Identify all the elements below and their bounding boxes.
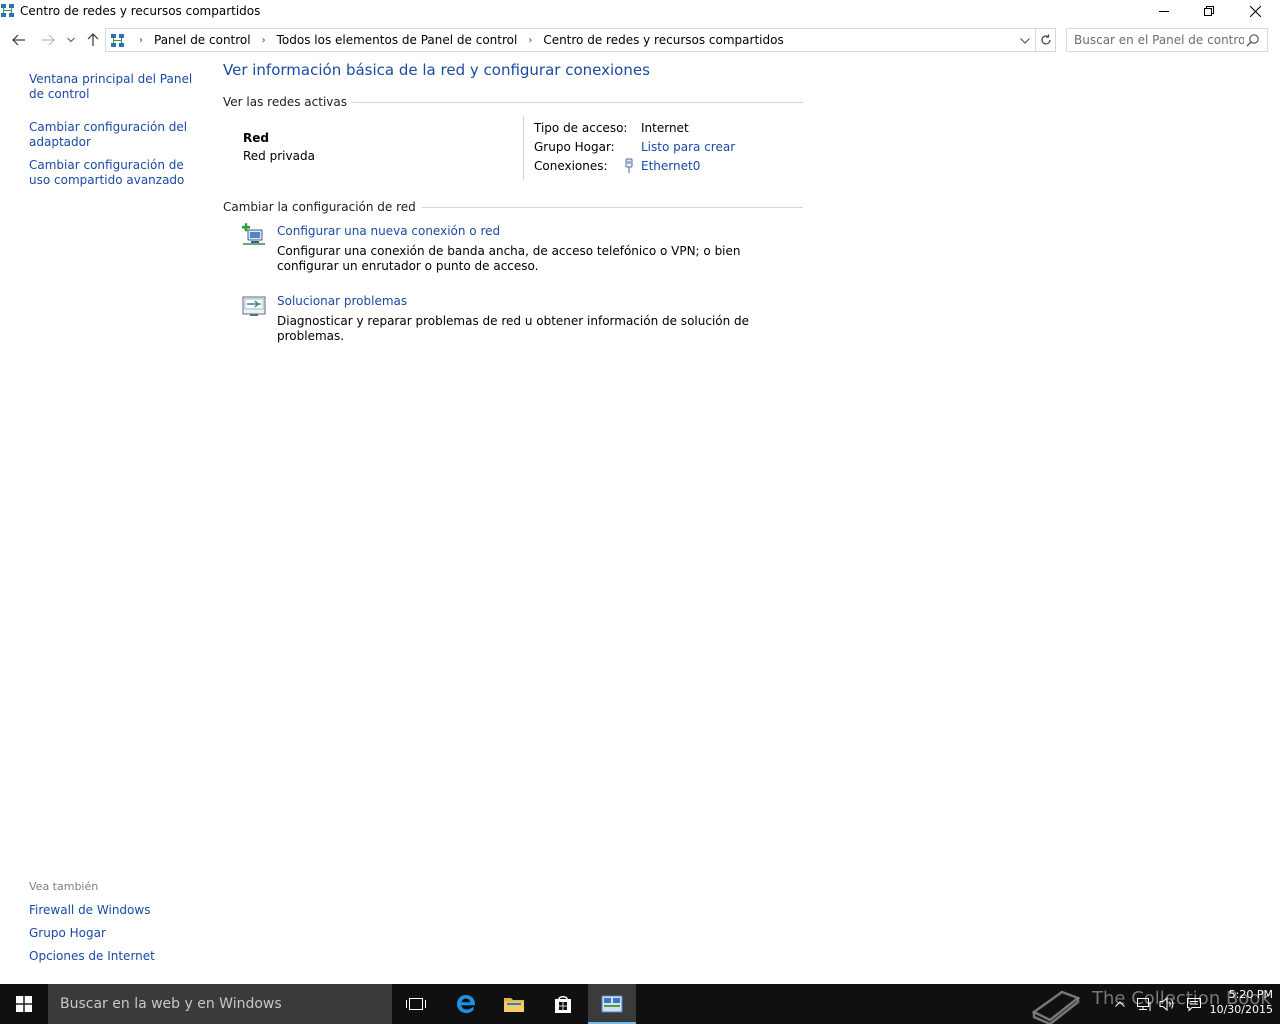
navigation-bar: › Panel de control › Todos los elementos… xyxy=(0,26,1280,54)
internet-options-link[interactable]: Opciones de Internet xyxy=(29,949,199,964)
task-view-icon xyxy=(406,998,426,1010)
connections-label: Conexiones: xyxy=(534,159,608,173)
breadcrumb: › Panel de control › Todos los elementos… xyxy=(130,29,786,51)
search-icon[interactable] xyxy=(1246,33,1260,47)
network-tray-button[interactable] xyxy=(1134,994,1154,1014)
chevron-down-icon xyxy=(67,37,75,43)
refresh-icon xyxy=(1041,34,1051,45)
recent-locations-button[interactable] xyxy=(63,30,79,50)
address-history-button[interactable] xyxy=(1017,33,1033,49)
troubleshoot-problems-description: Diagnosticar y reparar problemas de red … xyxy=(277,314,750,343)
new-connection-icon[interactable] xyxy=(241,222,267,248)
address-bar[interactable]: › Panel de control › Todos los elementos… xyxy=(105,28,1056,52)
refresh-button[interactable] xyxy=(1035,29,1056,51)
folder-icon xyxy=(504,998,524,1012)
search-box[interactable] xyxy=(1066,28,1268,52)
control-panel-home-link[interactable]: Ventana principal del Panel de control xyxy=(29,72,199,102)
active-networks-header-label: Ver las redes activas xyxy=(223,95,347,109)
troubleshoot-problems-link[interactable]: Solucionar problemas xyxy=(277,294,407,308)
notifications-icon xyxy=(1187,998,1201,1012)
advanced-sharing-settings-link[interactable]: Cambiar configuración de uso compartido … xyxy=(29,158,199,188)
title-bar: Centro de redes y recursos compartidos xyxy=(0,0,1280,24)
troubleshoot-icon[interactable] xyxy=(241,293,267,319)
breadcrumb-separator-icon[interactable]: › xyxy=(262,35,266,46)
clock-date: 10/30/2015 xyxy=(1209,1003,1273,1016)
homegroup-link[interactable]: Grupo Hogar xyxy=(29,926,199,941)
breadcrumb-control-panel[interactable]: Panel de control xyxy=(152,33,253,47)
close-icon xyxy=(1249,5,1261,17)
store-taskbar-button[interactable] xyxy=(539,984,587,1024)
main-content: Ver información básica de la red y confi… xyxy=(223,56,813,456)
clock[interactable]: 5:20 PM 10/30/2015 xyxy=(1207,987,1273,1017)
control-panel-icon xyxy=(111,34,124,47)
breadcrumb-separator-icon[interactable]: › xyxy=(528,35,532,46)
breadcrumb-all-items[interactable]: Todos los elementos de Panel de control xyxy=(275,33,520,47)
page-title: Ver información básica de la red y confi… xyxy=(223,61,650,79)
setup-new-connection-description: Configurar una conexión de banda ancha, … xyxy=(277,244,741,273)
close-button[interactable] xyxy=(1232,0,1278,22)
edge-taskbar-button[interactable] xyxy=(442,984,490,1024)
setup-new-connection-link[interactable]: Configurar una nueva conexión o red xyxy=(277,224,500,238)
volume-tray-button[interactable] xyxy=(1158,994,1178,1014)
network-name: Red xyxy=(243,131,269,145)
change-settings-header: Cambiar la configuración de red xyxy=(223,199,803,215)
control-panel-icon xyxy=(601,995,623,1013)
homegroup-status-link[interactable]: Listo para crear xyxy=(641,140,735,154)
taskbar: Buscar en la web y en Windows The Collec… xyxy=(0,984,1280,1024)
windows-firewall-link[interactable]: Firewall de Windows xyxy=(29,903,199,918)
network-icon xyxy=(1137,998,1151,1011)
file-explorer-taskbar-button[interactable] xyxy=(490,984,538,1024)
see-also-heading: Vea también xyxy=(29,880,99,893)
breadcrumb-network-center[interactable]: Centro de redes y recursos compartidos xyxy=(541,33,785,47)
windows-logo-icon xyxy=(16,996,32,1012)
chevron-down-icon xyxy=(1020,38,1030,44)
edge-icon xyxy=(457,995,476,1013)
restore-button[interactable] xyxy=(1186,0,1232,22)
store-bag-icon xyxy=(555,996,571,1013)
active-networks-header: Ver las redes activas xyxy=(223,94,803,110)
left-pane: Ventana principal del Panel de control C… xyxy=(0,56,210,982)
access-type-label: Tipo de acceso: xyxy=(534,121,628,135)
breadcrumb-separator-icon[interactable]: › xyxy=(139,35,143,46)
clock-time: 5:20 PM xyxy=(1228,988,1273,1001)
speaker-icon xyxy=(1159,996,1174,1012)
forward-button[interactable] xyxy=(38,30,58,50)
divider xyxy=(352,101,803,103)
access-type-value: Internet xyxy=(641,121,689,135)
taskbar-search-box[interactable]: Buscar en la web y en Windows xyxy=(48,984,392,1024)
homegroup-label: Grupo Hogar: xyxy=(534,140,615,154)
book-logo-icon xyxy=(1031,990,1081,1024)
arrow-left-icon xyxy=(12,34,25,46)
change-adapter-settings-link[interactable]: Cambiar configuración del adaptador xyxy=(29,120,199,150)
action-center-button[interactable] xyxy=(1184,994,1204,1014)
taskbar-search-text: Buscar en la web y en Windows xyxy=(60,996,282,1012)
arrow-right-icon xyxy=(42,34,55,46)
divider xyxy=(421,206,803,208)
back-button[interactable] xyxy=(9,30,29,50)
vertical-divider xyxy=(523,116,524,180)
task-view-button[interactable] xyxy=(392,984,440,1024)
show-hidden-icons-button[interactable] xyxy=(1111,994,1129,1014)
ethernet-connection-link[interactable]: Ethernet0 xyxy=(641,159,700,173)
up-button[interactable] xyxy=(83,30,103,50)
restore-icon xyxy=(1204,6,1214,16)
change-settings-header-label: Cambiar la configuración de red xyxy=(223,200,416,214)
ethernet-icon xyxy=(625,158,633,173)
network-center-app-icon xyxy=(1,4,14,17)
arrow-up-icon xyxy=(87,33,99,46)
minimize-icon xyxy=(1159,11,1169,12)
start-button[interactable] xyxy=(0,984,48,1024)
window-title: Centro de redes y recursos compartidos xyxy=(20,4,261,18)
network-center-taskbar-button[interactable] xyxy=(588,984,636,1024)
chevron-up-icon xyxy=(1115,1001,1125,1007)
search-input[interactable] xyxy=(1074,32,1244,48)
network-type: Red privada xyxy=(243,149,315,163)
minimize-button[interactable] xyxy=(1141,0,1187,22)
